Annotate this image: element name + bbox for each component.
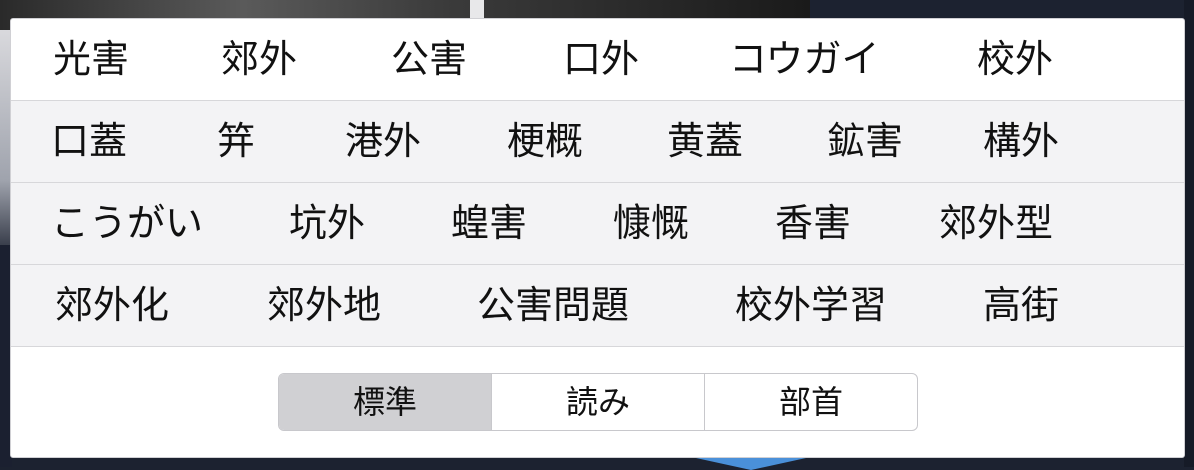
candidate-row-1: 光害 郊外 公害 口外 コウガイ 校外 (11, 19, 1184, 101)
candidate-item[interactable]: 蝗害 (451, 183, 527, 264)
candidate-item[interactable]: 港外 (345, 101, 421, 182)
candidate-item[interactable]: 校外 (977, 19, 1053, 100)
candidate-mode-segmented-control: 標準 読み 部首 (278, 373, 918, 431)
candidate-item[interactable]: 鉱害 (827, 101, 903, 182)
candidate-item[interactable]: コウガイ (729, 19, 879, 100)
segment-standard[interactable]: 標準 (279, 374, 491, 430)
popover-pointer-arrow (696, 458, 806, 470)
candidate-item[interactable]: 坑外 (289, 183, 365, 264)
candidate-item[interactable]: こうがい (51, 183, 203, 264)
candidate-item[interactable]: 香害 (775, 183, 851, 264)
candidate-item[interactable]: 梗概 (507, 101, 583, 182)
candidate-item[interactable]: 構外 (983, 101, 1059, 182)
candidate-item[interactable]: 公害 (391, 19, 467, 100)
candidate-item[interactable]: 口外 (563, 19, 639, 100)
background-light (470, 0, 484, 20)
candidate-item[interactable]: 笄 (217, 101, 255, 182)
background-right-edge (1184, 0, 1194, 467)
candidate-item[interactable]: 郊外化 (55, 265, 169, 346)
candidate-item[interactable]: 公害問題 (477, 265, 629, 346)
segment-radical[interactable]: 部首 (704, 374, 917, 430)
candidate-item[interactable]: 慷慨 (613, 183, 689, 264)
candidate-item[interactable]: 高街 (983, 265, 1059, 346)
candidate-item[interactable]: 郊外 (221, 19, 297, 100)
candidate-item[interactable]: 黄蓋 (667, 101, 743, 182)
candidate-item[interactable]: 校外学習 (735, 265, 887, 346)
candidate-item[interactable]: 郊外地 (267, 265, 381, 346)
candidate-row-4: 郊外化 郊外地 公害問題 校外学習 高街 (11, 265, 1184, 347)
candidate-popover: 光害 郊外 公害 口外 コウガイ 校外 口蓋 笄 港外 梗概 黄蓋 鉱害 構外 … (10, 18, 1185, 458)
candidate-row-3: こうがい 坑外 蝗害 慷慨 香害 郊外型 (11, 183, 1184, 265)
candidate-item[interactable]: 郊外型 (939, 183, 1053, 264)
segment-reading[interactable]: 読み (491, 374, 704, 430)
candidate-row-2: 口蓋 笄 港外 梗概 黄蓋 鉱害 構外 (11, 101, 1184, 183)
candidate-item[interactable]: 口蓋 (51, 101, 127, 182)
candidate-item[interactable]: 光害 (53, 19, 129, 100)
